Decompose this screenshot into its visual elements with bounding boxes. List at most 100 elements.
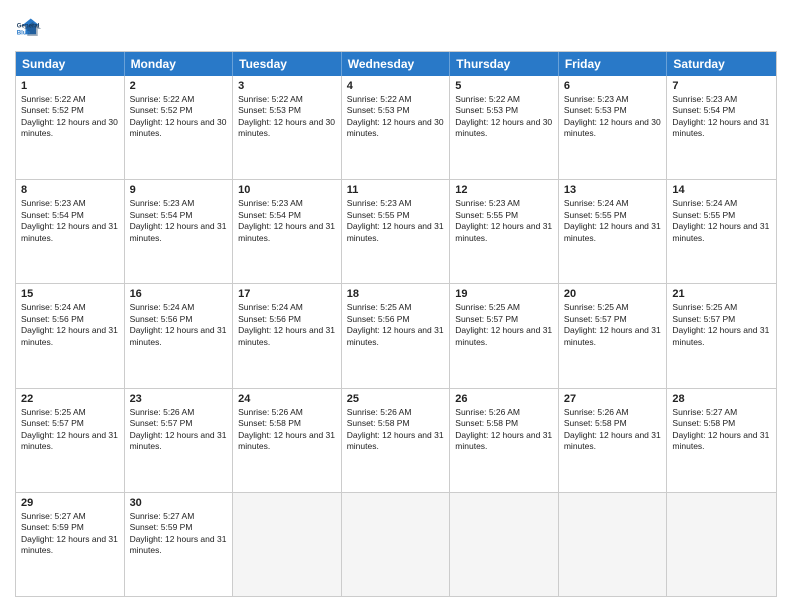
calendar-cell: 25Sunrise: 5:26 AMSunset: 5:58 PMDayligh… (342, 389, 451, 492)
calendar-row: 8Sunrise: 5:23 AMSunset: 5:54 PMDaylight… (16, 180, 776, 284)
sunset-line: Sunset: 5:53 PM (238, 105, 336, 116)
calendar-header: SundayMondayTuesdayWednesdayThursdayFrid… (16, 52, 776, 76)
daylight-line: Daylight: 12 hours and 30 minutes. (564, 117, 662, 140)
day-number: 10 (238, 184, 336, 196)
day-number: 23 (130, 393, 228, 405)
day-number: 24 (238, 393, 336, 405)
calendar-cell: 11Sunrise: 5:23 AMSunset: 5:55 PMDayligh… (342, 180, 451, 283)
daylight-line: Daylight: 12 hours and 31 minutes. (21, 221, 119, 244)
calendar-cell: 22Sunrise: 5:25 AMSunset: 5:57 PMDayligh… (16, 389, 125, 492)
calendar: SundayMondayTuesdayWednesdayThursdayFrid… (15, 51, 777, 597)
sunrise-line: Sunrise: 5:26 AM (238, 407, 336, 418)
daylight-line: Daylight: 12 hours and 31 minutes. (564, 221, 662, 244)
sunset-line: Sunset: 5:59 PM (21, 522, 119, 533)
header: General Blue (15, 15, 777, 43)
sunset-line: Sunset: 5:57 PM (21, 418, 119, 429)
sunset-line: Sunset: 5:56 PM (130, 314, 228, 325)
sunset-line: Sunset: 5:56 PM (347, 314, 445, 325)
calendar-cell: 24Sunrise: 5:26 AMSunset: 5:58 PMDayligh… (233, 389, 342, 492)
calendar-cell: 2Sunrise: 5:22 AMSunset: 5:52 PMDaylight… (125, 76, 234, 179)
daylight-line: Daylight: 12 hours and 31 minutes. (238, 221, 336, 244)
daylight-line: Daylight: 12 hours and 31 minutes. (21, 534, 119, 557)
sunset-line: Sunset: 5:53 PM (455, 105, 553, 116)
calendar-cell: 19Sunrise: 5:25 AMSunset: 5:57 PMDayligh… (450, 284, 559, 387)
daylight-line: Daylight: 12 hours and 31 minutes. (238, 430, 336, 453)
calendar-cell: 28Sunrise: 5:27 AMSunset: 5:58 PMDayligh… (667, 389, 776, 492)
day-number: 30 (130, 497, 228, 509)
sunset-line: Sunset: 5:54 PM (672, 105, 771, 116)
sunrise-line: Sunrise: 5:22 AM (21, 94, 119, 105)
logo-icon: General Blue (15, 15, 43, 43)
calendar-cell: 27Sunrise: 5:26 AMSunset: 5:58 PMDayligh… (559, 389, 668, 492)
sunrise-line: Sunrise: 5:23 AM (672, 94, 771, 105)
day-number: 8 (21, 184, 119, 196)
sunrise-line: Sunrise: 5:22 AM (455, 94, 553, 105)
sunrise-line: Sunrise: 5:27 AM (21, 511, 119, 522)
calendar-row: 22Sunrise: 5:25 AMSunset: 5:57 PMDayligh… (16, 389, 776, 493)
day-number: 26 (455, 393, 553, 405)
empty-cell (450, 493, 559, 596)
calendar-cell: 1Sunrise: 5:22 AMSunset: 5:52 PMDaylight… (16, 76, 125, 179)
daylight-line: Daylight: 12 hours and 31 minutes. (672, 117, 771, 140)
calendar-row: 29Sunrise: 5:27 AMSunset: 5:59 PMDayligh… (16, 493, 776, 596)
sunset-line: Sunset: 5:56 PM (238, 314, 336, 325)
calendar-cell: 18Sunrise: 5:25 AMSunset: 5:56 PMDayligh… (342, 284, 451, 387)
sunset-line: Sunset: 5:58 PM (564, 418, 662, 429)
cal-header-day: Thursday (450, 52, 559, 76)
sunset-line: Sunset: 5:57 PM (130, 418, 228, 429)
day-number: 27 (564, 393, 662, 405)
cal-header-day: Friday (559, 52, 668, 76)
day-number: 2 (130, 80, 228, 92)
sunset-line: Sunset: 5:57 PM (672, 314, 771, 325)
sunset-line: Sunset: 5:54 PM (21, 210, 119, 221)
sunrise-line: Sunrise: 5:23 AM (238, 198, 336, 209)
daylight-line: Daylight: 12 hours and 31 minutes. (455, 221, 553, 244)
daylight-line: Daylight: 12 hours and 31 minutes. (21, 325, 119, 348)
day-number: 5 (455, 80, 553, 92)
day-number: 29 (21, 497, 119, 509)
daylight-line: Daylight: 12 hours and 31 minutes. (564, 325, 662, 348)
daylight-line: Daylight: 12 hours and 31 minutes. (672, 430, 771, 453)
sunrise-line: Sunrise: 5:22 AM (347, 94, 445, 105)
day-number: 28 (672, 393, 771, 405)
sunset-line: Sunset: 5:53 PM (347, 105, 445, 116)
day-number: 11 (347, 184, 445, 196)
sunrise-line: Sunrise: 5:25 AM (672, 302, 771, 313)
daylight-line: Daylight: 12 hours and 31 minutes. (238, 325, 336, 348)
day-number: 7 (672, 80, 771, 92)
daylight-line: Daylight: 12 hours and 30 minutes. (455, 117, 553, 140)
sunrise-line: Sunrise: 5:24 AM (238, 302, 336, 313)
calendar-cell: 30Sunrise: 5:27 AMSunset: 5:59 PMDayligh… (125, 493, 234, 596)
day-number: 15 (21, 288, 119, 300)
day-number: 14 (672, 184, 771, 196)
empty-cell (342, 493, 451, 596)
sunset-line: Sunset: 5:57 PM (564, 314, 662, 325)
day-number: 16 (130, 288, 228, 300)
sunset-line: Sunset: 5:52 PM (130, 105, 228, 116)
sunset-line: Sunset: 5:58 PM (455, 418, 553, 429)
day-number: 6 (564, 80, 662, 92)
empty-cell (667, 493, 776, 596)
page: General Blue SundayMondayTuesdayWednesda… (0, 0, 792, 612)
day-number: 13 (564, 184, 662, 196)
daylight-line: Daylight: 12 hours and 31 minutes. (130, 534, 228, 557)
daylight-line: Daylight: 12 hours and 30 minutes. (347, 117, 445, 140)
daylight-line: Daylight: 12 hours and 31 minutes. (347, 325, 445, 348)
sunrise-line: Sunrise: 5:25 AM (21, 407, 119, 418)
empty-cell (233, 493, 342, 596)
calendar-cell: 13Sunrise: 5:24 AMSunset: 5:55 PMDayligh… (559, 180, 668, 283)
sunrise-line: Sunrise: 5:24 AM (130, 302, 228, 313)
daylight-line: Daylight: 12 hours and 31 minutes. (455, 325, 553, 348)
daylight-line: Daylight: 12 hours and 31 minutes. (347, 221, 445, 244)
sunrise-line: Sunrise: 5:22 AM (130, 94, 228, 105)
day-number: 3 (238, 80, 336, 92)
calendar-cell: 6Sunrise: 5:23 AMSunset: 5:53 PMDaylight… (559, 76, 668, 179)
day-number: 4 (347, 80, 445, 92)
daylight-line: Daylight: 12 hours and 30 minutes. (21, 117, 119, 140)
day-number: 21 (672, 288, 771, 300)
empty-cell (559, 493, 668, 596)
sunrise-line: Sunrise: 5:23 AM (455, 198, 553, 209)
sunset-line: Sunset: 5:55 PM (564, 210, 662, 221)
sunset-line: Sunset: 5:57 PM (455, 314, 553, 325)
day-number: 1 (21, 80, 119, 92)
